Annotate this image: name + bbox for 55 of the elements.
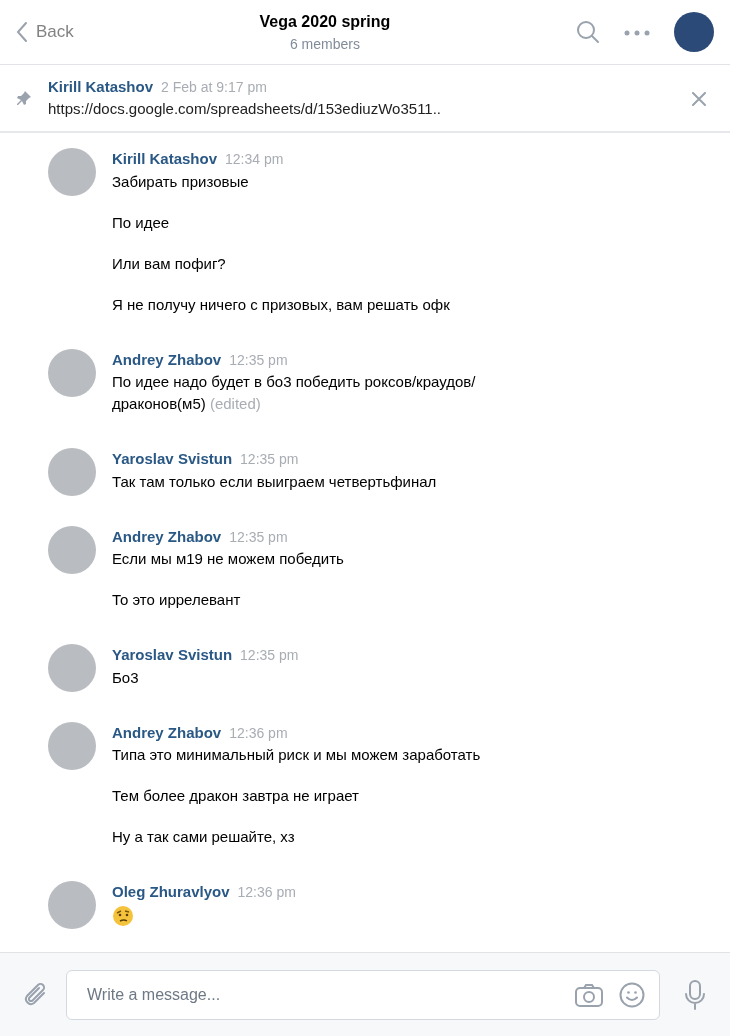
chevron-left-icon [16,21,28,43]
voice-button[interactable] [684,979,706,1010]
author-name[interactable]: Oleg Zhuravlyov [112,881,230,904]
pinned-author: Kirill Katashov [48,76,154,97]
close-icon [692,91,706,106]
author-name[interactable]: Andrey Zhabov [112,721,222,744]
message-text: По идее надо будет в бо3 победить роксов/краудов/ драконов(м5) (edited) [112,372,477,414]
pinned-link[interactable]: https://docs.google.com/spreadsheets/d/153ediuzWo3511.. [48,100,442,117]
emoji-icon [112,904,134,927]
back-button[interactable]: Back [16,19,74,45]
author-name[interactable]: Yaroslav Svistun [112,644,233,667]
composer-field[interactable]: Write a message... [66,969,660,1020]
edited-label: (edited) [209,395,261,412]
chat-title: Vega 2020 spring [259,11,391,32]
avatar[interactable] [48,148,96,196]
avatar[interactable] [48,448,96,496]
message-time: 12:35 pm [229,527,288,547]
message-text: По идее [112,212,171,233]
pin-icon [16,90,32,106]
message-text: То это иррелевант [112,590,242,610]
message-time: 12:35 pm [240,450,299,469]
message-text: Я не получу ничего с призовых, вам решать офк [112,294,450,315]
message-text: Тем более дракон завтра не играет [112,786,360,806]
message-text: Если мы м19 не можем победить [112,549,344,569]
pinned-time: 2 Feb at 9:17 pm [161,77,267,97]
member-count: 6 members [289,34,360,54]
camera-icon [575,982,603,1007]
avatar[interactable] [48,644,96,692]
avatar[interactable] [48,348,96,397]
message-time: 12:35 pm [240,646,299,665]
message-text: Бо3 [112,667,140,688]
author-name[interactable]: Andrey Zhabov [112,348,222,371]
avatar[interactable] [48,721,96,770]
search-icon [576,20,600,44]
author-name[interactable]: Andrey Zhabov [112,525,222,548]
message-time: 12:34 pm [225,150,284,169]
message-time: 12:35 pm [229,350,288,370]
chat-avatar[interactable] [674,12,714,52]
microphone-icon [684,979,706,1010]
emoji-button[interactable] [619,981,645,1008]
avatar[interactable] [48,525,96,574]
author-name[interactable]: Yaroslav Svistun [112,448,233,471]
message-time: 12:36 pm [229,723,288,743]
message-time: 12:36 pm [237,883,296,902]
message-text: Типа это минимальный риск и мы можем заработать [112,745,481,765]
message-text: Ну а так сами решайте, хз [112,827,296,847]
search-button[interactable] [576,20,600,44]
message-text: Или вам пофиг? [112,253,227,274]
message-text: Так там только если выиграем четвертьфинал [112,471,437,492]
smiley-icon [619,981,645,1008]
camera-button[interactable] [575,982,603,1007]
avatar[interactable] [48,881,96,929]
more-icon [624,29,650,36]
message-text: Забирать призовые [112,171,250,192]
author-name[interactable]: Kirill Katashov [112,148,218,171]
